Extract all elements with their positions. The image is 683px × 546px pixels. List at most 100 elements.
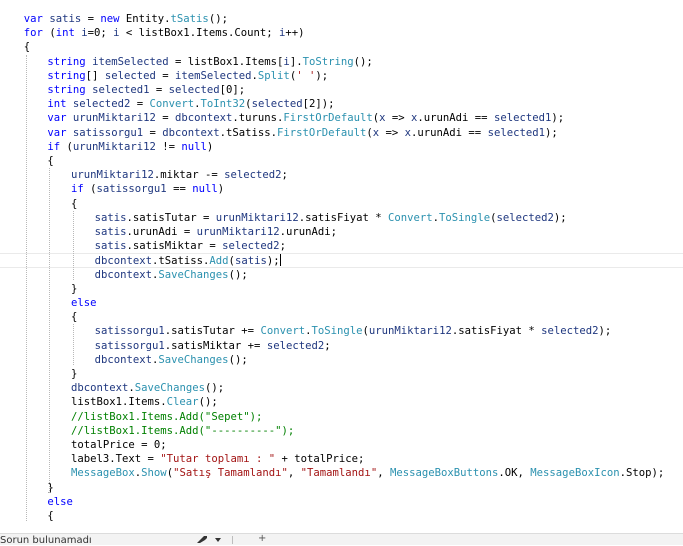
tool-icon[interactable] [196, 535, 208, 544]
code-token: [2]); [302, 98, 335, 111]
indent-guide [73, 324, 74, 365]
code-token: < listBox1.Items.Count; [119, 27, 279, 40]
type-token: Convert [260, 325, 306, 338]
plus-icon[interactable]: + [258, 534, 266, 544]
code-token: ( [83, 183, 97, 196]
code-token: .OK, [498, 467, 531, 480]
keyword-token: new [100, 13, 120, 25]
type-token: SaveChanges [158, 353, 229, 366]
keyword-token: if [47, 140, 61, 153]
type-token: tSatis [170, 13, 209, 25]
code-token: .tSatiss. [152, 255, 210, 268]
code-token: =0; [87, 27, 114, 40]
code-token: [0]; [219, 84, 246, 96]
code-token: .urunAdi == [417, 112, 494, 125]
code-editor[interactable]: var satis = new Entity.tSatis(); for (int… [0, 0, 683, 544]
type-token: MessageBoxIcon [530, 467, 620, 480]
keyword-token: null [192, 183, 218, 196]
code-token: .urunAdi; [279, 226, 337, 238]
code-token: ); [544, 126, 558, 139]
identifier-token: urunMiktari12 [71, 169, 154, 182]
code-token: == [166, 183, 193, 196]
type-token: Convert [388, 211, 433, 224]
keyword-token: string [47, 69, 86, 82]
keyword-token: int [47, 98, 67, 111]
code-token: (); [204, 382, 225, 395]
string-token: ' ' [296, 69, 316, 82]
type-token: Split [257, 69, 290, 82]
code-token: (); [198, 396, 218, 409]
code-token: ; [281, 169, 288, 182]
string-token: "Satış Tamamlandı" [173, 467, 288, 480]
identifier-token: satis [49, 13, 82, 25]
code-token: } [71, 282, 78, 295]
code-token: => [385, 112, 412, 125]
code-token: .satisTutar += [164, 325, 261, 338]
code-token: .tSatiss. [219, 126, 278, 139]
identifier-token: selected [168, 84, 220, 96]
code-token: listBox1.Items. [71, 396, 167, 409]
code-token: .urunAdi == [411, 126, 488, 139]
type-token: Show [141, 467, 167, 480]
type-token: ToSingle [311, 325, 363, 338]
code-token: ++) [285, 27, 305, 40]
identifier-token: urunMiktari12 [72, 140, 156, 153]
code-token: ); [551, 112, 565, 125]
code-token: ; [279, 240, 286, 253]
code-token: { [47, 155, 54, 167]
code-token: = [155, 112, 175, 125]
code-token: = [81, 13, 101, 25]
comment-token: //listBox1.Items.Add("Sepet"); [71, 410, 263, 423]
identifier-token: satis [94, 226, 127, 238]
code-token: , [377, 467, 390, 480]
code-token: (); [353, 55, 373, 68]
code-token: ( [60, 140, 73, 153]
code-token: label3.Text = [71, 453, 161, 466]
identifier-token: satissorgu1 [94, 339, 165, 352]
chevron-down-icon[interactable] [215, 538, 221, 542]
code-token: ); [315, 69, 329, 82]
keyword-token: var [47, 112, 67, 125]
code-token: } [71, 368, 78, 380]
type-token: Convert [149, 98, 195, 111]
identifier-token: selected [251, 98, 303, 111]
type-token: Clear [166, 396, 199, 409]
code-line-current[interactable]: dbcontext.tSatiss.Add(satis); [0, 253, 683, 269]
identifier-token: selected1 [92, 84, 150, 96]
keyword-token: for [23, 27, 43, 40]
type-token: MessageBoxButtons [389, 467, 499, 480]
code-token: .satisFiyat * [298, 211, 388, 224]
code-token: .satisMiktar = [126, 240, 223, 253]
indent-guide [73, 210, 74, 280]
code-token: .turuns. [232, 112, 284, 125]
code-token: , [287, 467, 301, 480]
type-token: ToInt32 [200, 98, 246, 111]
code-token: = [143, 126, 163, 139]
code-token: ; [324, 339, 331, 352]
text-caret [279, 254, 281, 267]
code-token: ( [42, 27, 56, 40]
code-token: .Stop); [619, 467, 665, 480]
type-token: SaveChanges [134, 382, 205, 395]
code-token: .urunAdi = [126, 226, 197, 238]
identifier-token: urunMiktari12 [368, 325, 452, 338]
identifier-token: dbcontext [162, 126, 220, 139]
identifier-token: selected2 [266, 339, 325, 352]
code-token: != [155, 140, 182, 153]
identifier-token: selected2 [496, 211, 554, 224]
identifier-token: selected2 [541, 325, 599, 338]
code-token: .satisMiktar += [164, 339, 267, 352]
status-separator [232, 536, 233, 544]
identifier-token: selected2 [222, 240, 280, 253]
type-token: SaveChanges [158, 268, 229, 281]
identifier-token: urunMiktari12 [196, 226, 280, 238]
keyword-token: int [55, 27, 75, 40]
type-token: MessageBox [71, 467, 135, 480]
code-token: { [47, 510, 54, 522]
identifier-token: satissorgu1 [96, 183, 167, 196]
identifier-token: itemSelected [92, 55, 169, 68]
code-token: (); [208, 13, 228, 25]
code-token: => [379, 126, 405, 139]
code-token: } [47, 481, 54, 494]
identifier-token: dbcontext [71, 382, 129, 395]
